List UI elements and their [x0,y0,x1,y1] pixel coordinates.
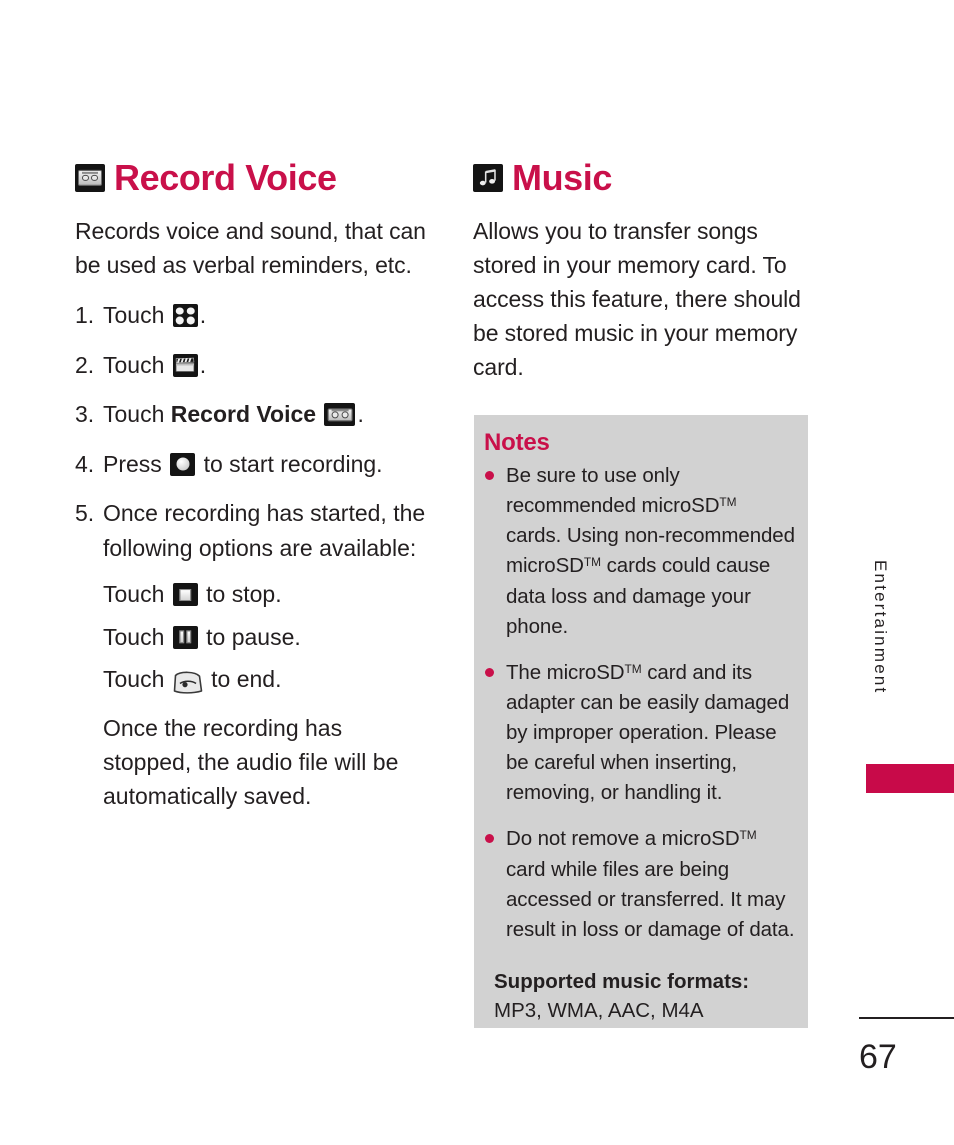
music-intro: Allows you to transfer songs stored in y… [473,218,801,381]
music-note-glyph [479,169,496,186]
supported-formats-label: Supported music formats: [494,969,750,993]
step-2-text: Touch [103,351,165,378]
supported-formats-value: MP3, WMA, AAC, M4A [494,998,704,1022]
trademark-mark: TM [719,494,737,509]
step-3-text: Touch [103,401,165,428]
pause-button-icon[interactable] [172,625,198,649]
step-5-number: 5. [75,500,95,527]
record-voice-intro: Records voice and sound, that can be use… [75,218,426,279]
step-4-number: 4. [75,450,95,477]
record-button-icon[interactable] [170,452,196,476]
step-1-period: . [199,302,207,329]
step-2: 2. Touch . [75,348,430,383]
note-item: Do not remove a microSDTM card while fil… [484,824,796,945]
record-voice-title: Record Voice [114,157,337,198]
step-3-period: . [357,401,364,428]
section-tab-marker [866,764,954,793]
substep-stop: Touch to stop. [103,577,430,612]
stop-button-icon[interactable] [172,583,198,607]
step-5-text: Once recording has started, the followin… [103,500,426,561]
record-voice-heading: Record Voice [75,160,430,196]
cassette-icon[interactable] [324,403,356,427]
substep-pause-post: to pause. [206,623,301,650]
trademark-mark: TM [624,661,642,676]
notes-list: Be sure to use only recommended microSDT… [484,461,796,945]
trademark-mark: TM [739,828,757,843]
cassette-icon [75,164,105,192]
step-5: 5. Once recording has started, the follo… [75,496,430,813]
substep-stop-post: to stop. [206,581,282,608]
step-4-text: Press [103,450,162,477]
supported-formats: Supported music formats: MP3, WMA, AAC, … [494,967,796,1025]
trademark-mark: TM [583,555,602,570]
substep-pause: Touch to pause. [103,620,430,655]
step-1: 1. Touch . [75,298,430,333]
step-3-number: 3. [75,401,95,428]
step-4-text-after: to start recording. [203,450,383,477]
notes-title: Notes [484,429,550,456]
right-column: Music Allows you to transfer songs store… [473,160,809,400]
step-1-text: Touch [103,302,165,329]
end-call-icon[interactable] [171,669,205,694]
page-number-rule [859,1017,954,1019]
step-3-menu-name: Record Voice [170,401,317,428]
record-voice-closing: Once the recording has stopped, the audi… [103,714,399,809]
manual-page: Record Voice Records voice and sound, th… [0,0,954,1145]
left-column: Record Voice Records voice and sound, th… [75,160,430,828]
four-dots-icon[interactable] [172,304,198,328]
music-heading: Music [473,160,809,196]
substep-end: Touch to end. [103,662,430,697]
note-item: Be sure to use only recommended microSDT… [484,461,796,642]
substep-stop-pre: Touch [103,581,165,608]
step-2-period: . [199,351,207,378]
step-2-number: 2. [75,351,95,378]
page-number: 67 [859,1038,897,1076]
step-4: 4. Press to start recording. [75,447,430,482]
note-item: The microSDTM card and its adapter can b… [484,658,796,809]
end-call-glyph [173,671,203,694]
music-note-icon [473,164,503,192]
clapperboard-icon[interactable] [172,353,198,377]
music-title: Music [512,157,613,198]
record-voice-substeps: Touch to stop. Touch to pause. Touch to … [103,577,430,813]
substep-end-post: to end. [211,666,282,693]
substep-end-pre: Touch [103,666,165,693]
step-1-number: 1. [75,302,95,329]
notes-box: Notes Be sure to use only recommended mi… [474,415,808,1028]
section-tab-label: Entertainment [871,560,890,695]
clapperboard-glyph [176,357,195,372]
step-3: 3. Touch Record Voice . [75,397,430,432]
record-voice-steps: 1. Touch . 2. Touch . 3. Touch Record Vo… [75,298,430,813]
substep-pause-pre: Touch [103,623,165,650]
